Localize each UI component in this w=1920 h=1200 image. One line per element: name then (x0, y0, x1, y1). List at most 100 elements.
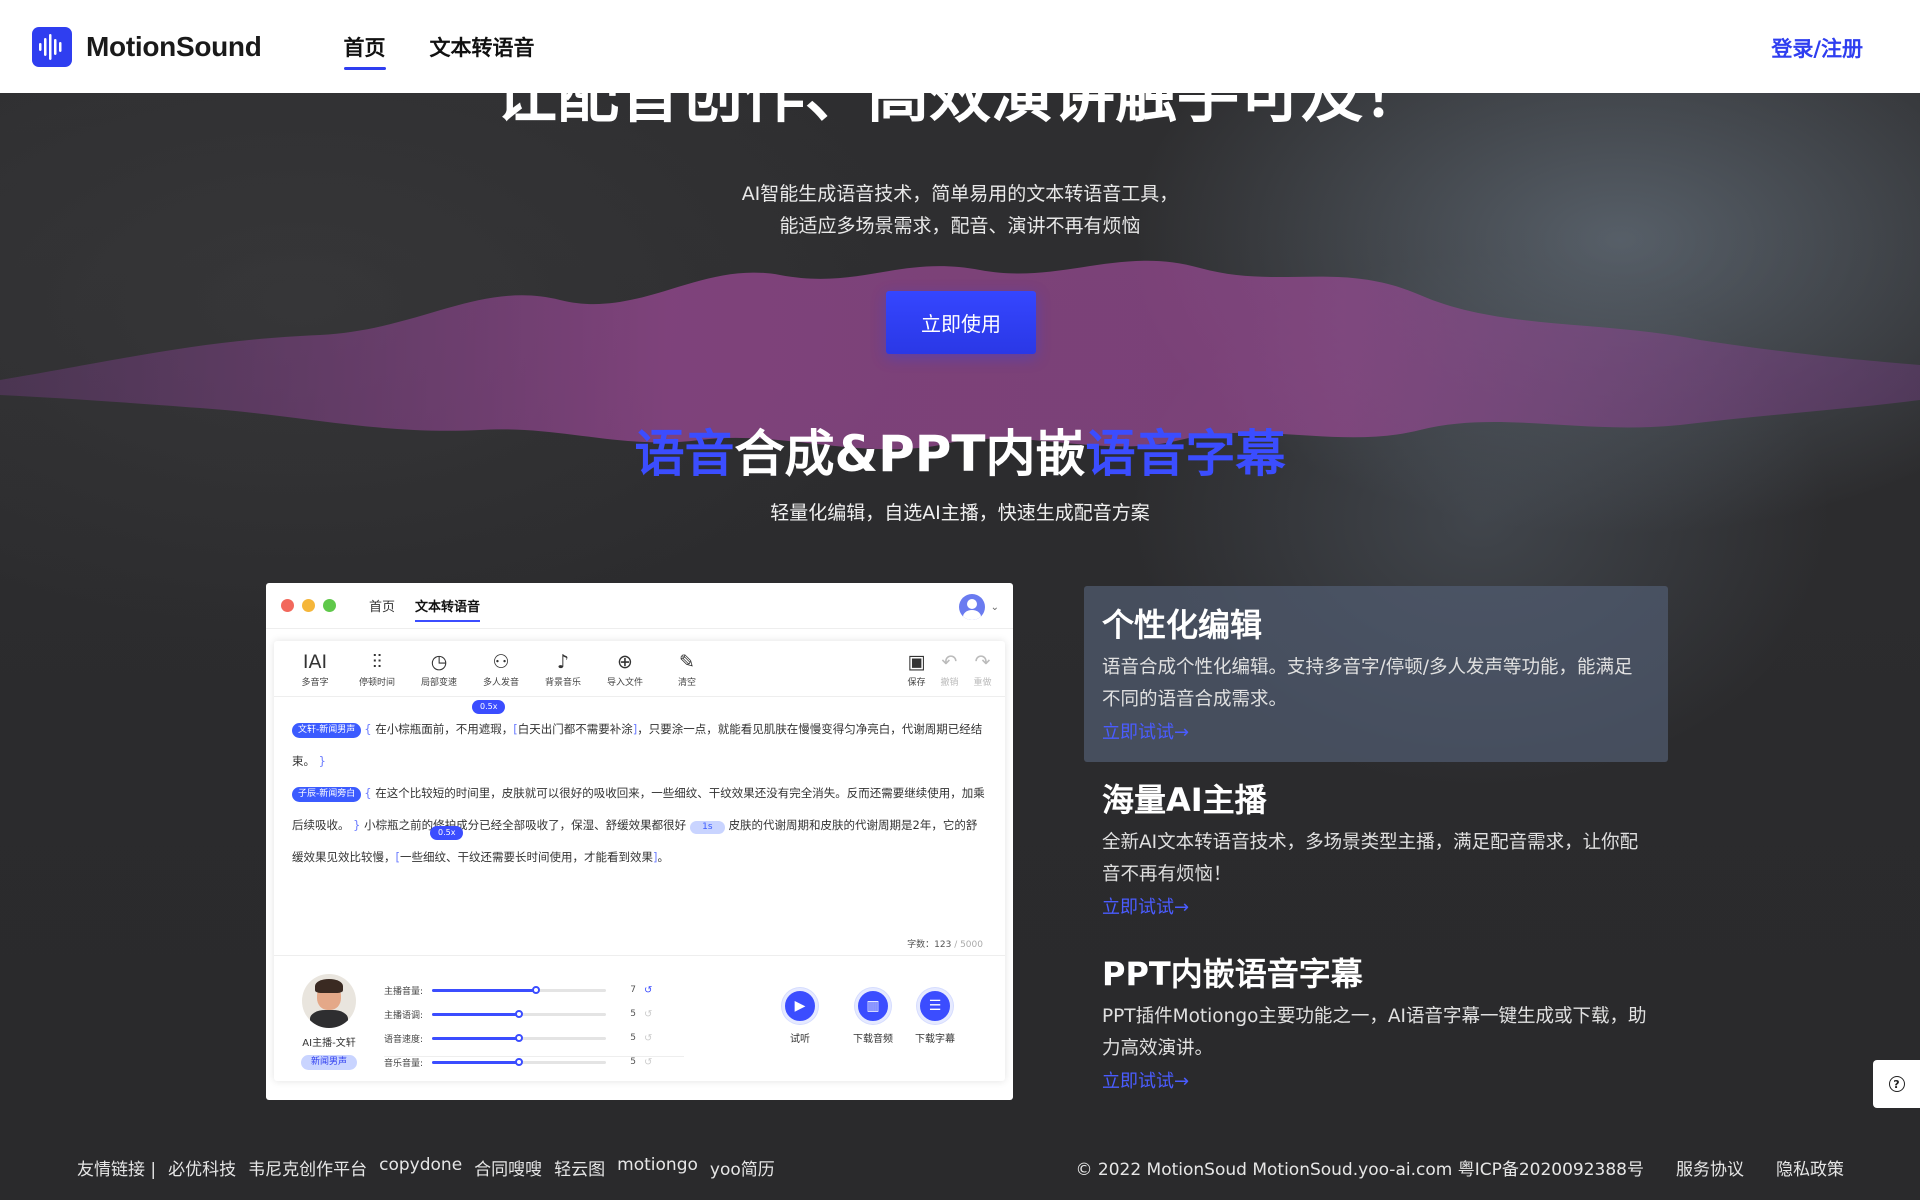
slider-row: 主播语调: 5 ↺ (384, 1008, 653, 1021)
tool-multi-voice: ⚇ 多人发音 (470, 651, 532, 688)
nav-home[interactable]: 首页 (343, 26, 386, 70)
tool-pause: ⫶⫶ 停顿时间 (346, 651, 408, 688)
tool-save: ▣ 保存 (900, 651, 933, 688)
slider-row: 音乐音量: 5 ↺ (384, 1056, 653, 1069)
pause-pill: 1s (690, 821, 725, 834)
feature-desc: 语音合成个性化编辑。支持多音字/停顿/多人发声等功能，能满足不同的语音合成需求。 (1102, 657, 1633, 710)
feature-try-link[interactable]: 立即试试→ (1102, 1067, 1189, 1093)
chevron-down-icon: ⌄ (990, 601, 999, 613)
feature-ppt-subtitles[interactable]: PPT内嵌语音字幕 PPT插件Motiongo主要功能之一，AI语音字幕一键生成… (1084, 935, 1668, 1093)
feature-try-link[interactable]: 立即试试→ (1102, 893, 1189, 919)
brand-logo[interactable]: MotionSound (32, 26, 262, 67)
host-name: AI主播-文轩 (302, 1038, 356, 1049)
top-header: MotionSound 首页 文本转语音 登录/注册 (0, 0, 1920, 93)
preview-play-button: ▶ 试听 (770, 988, 830, 1045)
user-avatar-icon (958, 594, 985, 620)
audio-bars-icon: ▥ (855, 988, 891, 1024)
feature-personalized-editing[interactable]: 个性化编辑 语音合成个性化编辑。支持多音字/停顿/多人发声等功能，能满足不同的语… (1084, 586, 1668, 762)
tool-undo: ↶ 撤销 (933, 651, 966, 688)
login-register-link[interactable]: 登录/注册 (1771, 33, 1863, 63)
reset-icon: ↺ (644, 1008, 653, 1020)
host-card: AI主播-文轩 新闻男声 (294, 974, 364, 1070)
pause-adjust-icon: ⫶⫶ (372, 651, 382, 673)
people-icon: ⚇ (492, 651, 510, 673)
app-user-menu: ⌄ (958, 594, 999, 620)
paragraph-2: 子辰-新闻旁白{ 在这个比较短的时间里，皮肤就可以很好的吸收回来，一些细纹、干纹… (292, 786, 985, 864)
redo-icon: ↷ (974, 651, 991, 673)
terms-link[interactable]: 服务协议 (1676, 1155, 1744, 1180)
app-preview-window: 首页 文本转语音 ⌄ IAI 多音字 ⫶⫶ 停顿时间 ◷ 局部变速 ⚇ 多人发音 ♪ 背景… (266, 583, 1013, 1100)
main-nav: 首页 文本转语音 (343, 0, 579, 93)
tool-redo: ↷ 重做 (966, 651, 999, 688)
minimize-dot-icon (302, 599, 315, 612)
feature-desc: PPT插件Motiongo主要功能之一，AI语音字幕一键生成或下载，助力高效演讲… (1102, 1006, 1647, 1059)
friend-links-label: 友情链接 | (77, 1160, 157, 1180)
speed-bubble: 0.5x (472, 700, 506, 714)
section-title: 语音合成&PPT内嵌语音字幕 (634, 425, 1286, 483)
section-subtitle: 轻量化编辑，自选AI主播，快速生成配音方案 (770, 502, 1150, 524)
undo-icon: ↶ (941, 651, 958, 673)
tool-clear: ✎ 清空 (656, 651, 718, 688)
subtitle-icon: ☰ (917, 988, 953, 1024)
eraser-icon: ✎ (679, 651, 695, 673)
download-subtitle-button: ☰ 下载字幕 (905, 988, 965, 1045)
slider-row: 主播音量: 7 ↺ (384, 984, 653, 997)
feature-title: 海量AI主播 (1102, 781, 1267, 819)
app-nav-tts: 文本转语音 (415, 592, 481, 622)
slider-row: 语音速度: 5 ↺ (384, 1032, 653, 1045)
friend-link[interactable]: copydone (379, 1155, 462, 1180)
save-icon: ▣ (907, 651, 926, 673)
host-tag: 新闻男声 (300, 1055, 357, 1070)
sound-wave-logo-icon (32, 26, 72, 67)
player-panel: AI主播-文轩 新闻男声 主播音量: 7 ↺ 主播语调: 5 ↺ 语音速度: 5 ↺ 音乐音… (274, 955, 1005, 1081)
voice-tag: 文轩-新闻男声 (292, 723, 362, 738)
voice-tag: 子辰-新闻旁白 (292, 787, 362, 802)
friend-link[interactable]: 合同嗖嗖 (474, 1155, 542, 1180)
start-now-button[interactable]: 立即使用 (886, 291, 1036, 354)
tool-import-file: ⊕ 导入文件 (594, 651, 656, 688)
feature-try-link[interactable]: 立即试试→ (1102, 718, 1189, 744)
folder-import-icon: ⊕ (617, 651, 633, 673)
help-icon: ? (1888, 1076, 1905, 1092)
app-preview-nav: 首页 文本转语音 (369, 592, 500, 622)
download-audio-button: ▥ 下载音频 (843, 988, 903, 1045)
friend-link[interactable]: motiongo (617, 1155, 698, 1180)
maximize-dot-icon (323, 599, 336, 612)
speed-bubble: 0.5x (430, 826, 464, 840)
paragraph-1: 文轩-新闻男声{ 在小棕瓶面前，不用遮瑕，[白天出门都不需要补涂]，只要涂一点，… (292, 722, 983, 768)
hero-subtitle: AI智能生成语音技术，简单易用的文本转语音工具， 能适应多场景需求，配音、演讲不… (741, 183, 1179, 237)
host-avatar (302, 974, 356, 1028)
feature-desc: 全新AI文本转语音技术，多场景类型主播，满足配音需求，让你配音不再有烦恼！ (1102, 832, 1639, 885)
friend-link[interactable]: yoo简历 (710, 1155, 775, 1180)
app-preview-titlebar: 首页 文本转语音 ⌄ (266, 583, 1013, 629)
editor-toolbar: IAI 多音字 ⫶⫶ 停顿时间 ◷ 局部变速 ⚇ 多人发音 ♪ 背景音乐 ⊕ 导入文件 ✎ 清… (274, 641, 1005, 697)
editor-panel: IAI 多音字 ⫶⫶ 停顿时间 ◷ 局部变速 ⚇ 多人发音 ♪ 背景音乐 ⊕ 导入文件 ✎ 清… (274, 641, 1005, 1081)
play-icon: ▶ (782, 988, 818, 1024)
speed-icon: ◷ (430, 651, 448, 673)
friend-link[interactable]: 韦尼克创作平台 (248, 1155, 367, 1180)
privacy-link[interactable]: 隐私政策 (1776, 1155, 1844, 1180)
editor-text-area: 0.5x 0.5x 文轩-新闻男声{ 在小棕瓶面前，不用遮瑕，[白天出门都不需要… (274, 697, 1005, 955)
help-button[interactable]: ? (1873, 1060, 1920, 1108)
reset-icon: ↺ (644, 984, 653, 996)
feature-title: 个性化编辑 (1102, 606, 1263, 644)
nav-text-to-speech[interactable]: 文本转语音 (430, 26, 535, 68)
tool-polyphone: IAI 多音字 (284, 651, 346, 688)
tool-local-speed: ◷ 局部变速 (408, 651, 470, 688)
app-nav-home: 首页 (369, 600, 396, 615)
music-icon: ♪ (556, 651, 570, 673)
voice-sliders: 主播音量: 7 ↺ 主播语调: 5 ↺ 语音速度: 5 ↺ 音乐音量: 5 ↺ (384, 978, 684, 1074)
footer: 友情链接 | 必优科技 韦尼克创作平台 copydone 合同嗖嗖 轻云图 mo… (0, 1155, 1920, 1185)
window-controls (281, 599, 344, 612)
footer-right: © 2022 MotionSoud MotionSoud.yoo-ai.com … (1043, 1155, 1844, 1180)
friend-link[interactable]: 轻云图 (554, 1155, 605, 1180)
reset-icon: ↺ (644, 1056, 653, 1068)
friend-links: 友情链接 | 必优科技 韦尼克创作平台 copydone 合同嗖嗖 轻云图 mo… (77, 1155, 787, 1180)
feature-ai-hosts[interactable]: 海量AI主播 全新AI文本转语音技术，多场景类型主播，满足配音需求，让你配音不再… (1084, 761, 1668, 919)
friend-link[interactable]: 必优科技 (168, 1155, 236, 1180)
tool-bg-music: ♪ 背景音乐 (532, 651, 594, 688)
brand-name: MotionSound (86, 30, 262, 62)
feature-title: PPT内嵌语音字幕 (1102, 955, 1363, 993)
copyright: © 2022 MotionSoud MotionSoud.yoo-ai.com … (1075, 1160, 1644, 1180)
close-dot-icon (281, 599, 294, 612)
